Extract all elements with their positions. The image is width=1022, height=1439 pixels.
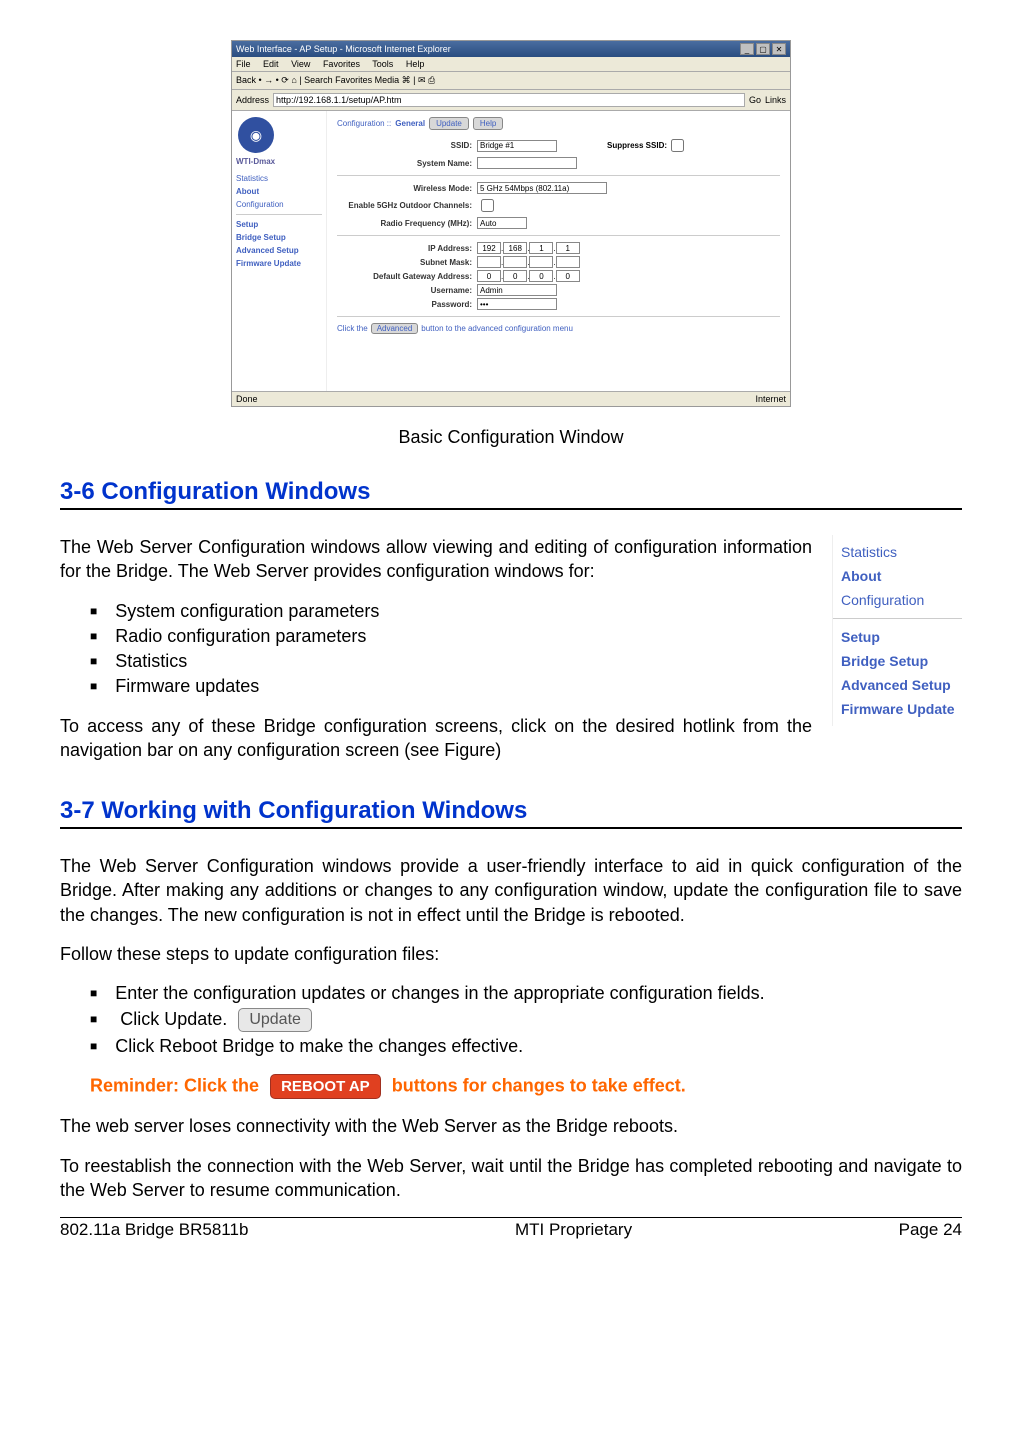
system-name-label: System Name: [337, 159, 477, 168]
list-item: Statistics [90, 649, 812, 674]
breadcrumb: Configuration :: General Update Help [337, 117, 780, 130]
password-label: Password: [337, 300, 477, 309]
nav-about: About [841, 564, 962, 588]
wireless-mode-label: Wireless Mode: [337, 184, 477, 193]
sidebar-setup: Setup [236, 218, 322, 231]
brand-logo-icon: ◉ [238, 117, 274, 153]
links-label: Links [765, 95, 786, 105]
suppress-ssid-checkbox [671, 139, 684, 152]
sidebar-statistics: Statistics [236, 172, 322, 185]
username-input [477, 284, 557, 296]
section-3-7-para4: To reestablish the connection with the W… [60, 1154, 962, 1203]
system-name-input [477, 157, 577, 169]
nav-configuration: Configuration [841, 588, 962, 612]
subnet-mask-label: Subnet Mask: [337, 258, 477, 267]
ie-content: ◉ WTI-Dmax Statistics About Configuratio… [232, 111, 790, 391]
help-button: Help [473, 117, 503, 130]
close-icon: ✕ [772, 43, 786, 55]
radio-freq-select [477, 217, 527, 229]
suppress-ssid-label: Suppress SSID: [607, 141, 667, 150]
section-3-7-bullets: Enter the configuration updates or chang… [60, 981, 962, 1059]
section-3-7-para1: The Web Server Configuration windows pro… [60, 854, 962, 927]
page-footer: 802.11a Bridge BR5811b MTI Proprietary P… [60, 1217, 962, 1240]
basic-config-screenshot: Web Interface - AP Setup - Microsoft Int… [231, 40, 791, 407]
nav-bridge-setup: Bridge Setup [841, 649, 962, 673]
status-left: Done [236, 394, 258, 404]
reminder-text: Reminder: Click the REBOOT AP buttons fo… [90, 1074, 962, 1099]
sidebar-configuration: Configuration [236, 198, 322, 211]
sidebar-advanced-setup: Advanced Setup [236, 244, 322, 257]
advanced-note: Click the Advanced button to the advance… [337, 323, 780, 334]
footer-right: Page 24 [899, 1220, 962, 1240]
section-3-6-para2: To access any of these Bridge configurat… [60, 714, 812, 763]
list-item: Enter the configuration updates or chang… [90, 981, 962, 1006]
ssid-input [477, 140, 557, 152]
sidebar-firmware-update: Firmware Update [236, 257, 322, 270]
wireless-mode-select [477, 182, 607, 194]
config-sidebar: ◉ WTI-Dmax Statistics About Configuratio… [232, 111, 327, 391]
status-right: Internet [755, 394, 786, 404]
list-item: Radio configuration parameters [90, 624, 812, 649]
outdoor-channels-checkbox [481, 199, 494, 212]
sidebar-bridge-setup: Bridge Setup [236, 231, 322, 244]
footer-left: 802.11a Bridge BR5811b [60, 1220, 248, 1240]
minimize-icon: _ [740, 43, 754, 55]
section-3-7-heading: 3-7 Working with Configuration Windows [60, 797, 962, 829]
section-3-6-heading: 3-6 Configuration Windows [60, 478, 962, 510]
figure-caption: Basic Configuration Window [60, 427, 962, 448]
nav-setup: Setup [841, 625, 962, 649]
ip-address-label: IP Address: [337, 244, 477, 253]
outdoor-channels-label: Enable 5GHz Outdoor Channels: [337, 201, 477, 210]
sidebar-title: WTI-Dmax [236, 157, 322, 166]
section-3-6-para1: The Web Server Configuration windows all… [60, 535, 812, 584]
sidebar-about: About [236, 185, 322, 198]
footer-center: MTI Proprietary [515, 1220, 632, 1240]
navbar-figure: Statistics About Configuration Setup Bri… [832, 535, 962, 726]
update-button: Update [429, 117, 469, 130]
nav-advanced-setup: Advanced Setup [841, 673, 962, 697]
section-3-7-para3: The web server loses connectivity with t… [60, 1114, 962, 1138]
username-label: Username: [337, 286, 477, 295]
window-controls: _ ▢ ✕ [740, 43, 786, 55]
config-main: Configuration :: General Update Help SSI… [327, 111, 790, 391]
nav-firmware-update: Firmware Update [841, 697, 962, 721]
maximize-icon: ▢ [756, 43, 770, 55]
ie-toolbar: Back • → • ⟳ ⌂ | Search Favorites Media … [232, 72, 790, 90]
ie-menubar: File Edit View Favorites Tools Help [232, 57, 790, 72]
password-input [477, 298, 557, 310]
list-item: Click Update. Update [90, 1006, 962, 1034]
address-label: Address [236, 95, 269, 105]
ie-titlebar: Web Interface - AP Setup - Microsoft Int… [232, 41, 790, 57]
go-button: Go [749, 95, 761, 105]
address-input [273, 93, 745, 107]
list-item: Firmware updates [90, 674, 812, 699]
list-item: Click Reboot Bridge to make the changes … [90, 1034, 962, 1059]
ie-addressbar: Address Go Links [232, 90, 790, 111]
radio-freq-label: Radio Frequency (MHz): [337, 219, 477, 228]
reboot-ap-button: REBOOT AP [270, 1074, 381, 1099]
ssid-label: SSID: [337, 141, 477, 150]
section-3-7-para2: Follow these steps to update configurati… [60, 942, 962, 966]
update-button-inline: Update [238, 1008, 312, 1032]
section-3-6-bullets: System configuration parameters Radio co… [60, 599, 812, 699]
gateway-label: Default Gateway Address: [337, 272, 477, 281]
ie-title-text: Web Interface - AP Setup - Microsoft Int… [236, 44, 451, 54]
nav-statistics: Statistics [841, 540, 962, 564]
list-item: System configuration parameters [90, 599, 812, 624]
advanced-button: Advanced [371, 323, 419, 334]
ie-statusbar: Done Internet [232, 391, 790, 406]
